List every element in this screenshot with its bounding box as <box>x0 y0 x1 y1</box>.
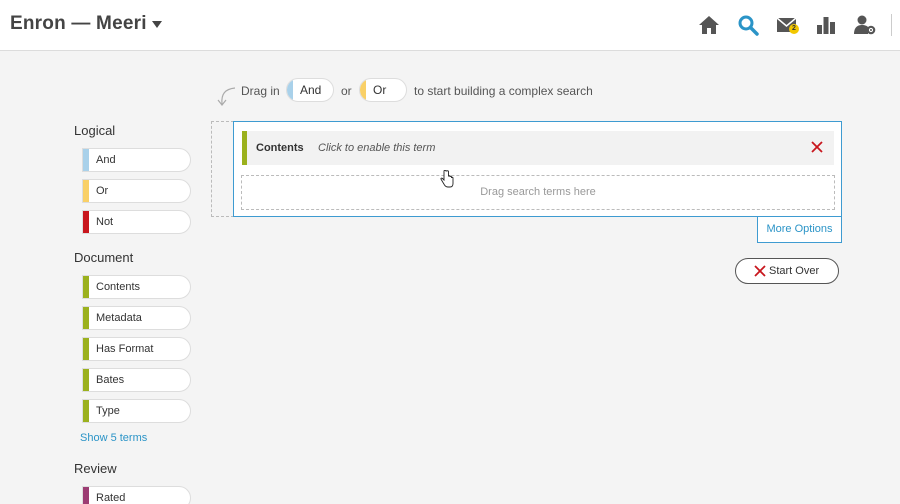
hand-cursor-icon <box>440 170 454 188</box>
start-over-button[interactable]: Start Over <box>735 258 839 284</box>
term-chip-metadata[interactable]: Metadata <box>82 306 191 330</box>
search-icon[interactable] <box>737 14 759 36</box>
drag-chip-or[interactable]: Or <box>359 78 407 102</box>
close-icon <box>754 265 766 277</box>
section-title-review: Review <box>74 461 117 476</box>
search-builder: Contents Click to enable this term Drag … <box>233 121 842 217</box>
curved-arrow-icon <box>217 87 236 106</box>
side-drop-zone[interactable] <box>211 121 234 217</box>
term-chip-bates[interactable]: Bates <box>82 368 191 392</box>
hint-prefix: Drag in <box>241 84 280 98</box>
hint-or-word: or <box>341 84 352 98</box>
term-chip-type[interactable]: Type <box>82 399 191 423</box>
close-icon[interactable] <box>810 140 824 154</box>
mail-badge: 2 <box>789 24 799 34</box>
term-chip-has-format[interactable]: Has Format <box>82 337 191 361</box>
term-label: Contents <box>256 142 304 154</box>
section-title-document: Document <box>74 250 134 265</box>
show-more-terms-link[interactable]: Show 5 terms <box>80 432 147 444</box>
bar-chart-icon[interactable] <box>815 14 837 36</box>
term-chip-contents[interactable]: Contents <box>82 275 191 299</box>
app-title[interactable]: Enron — Meeri <box>10 13 147 35</box>
term-chip-and[interactable]: And <box>82 148 191 172</box>
header-divider <box>891 14 892 36</box>
term-chip-rated[interactable]: Rated <box>82 486 191 504</box>
drag-chip-and[interactable]: And <box>286 78 334 102</box>
user-settings-icon[interactable] <box>854 14 876 36</box>
section-title-logical: Logical <box>74 123 116 138</box>
app-header: Enron — Meeri 2 <box>0 0 900 51</box>
term-chip-or[interactable]: Or <box>82 179 191 203</box>
more-options-button[interactable]: More Options <box>757 217 842 243</box>
hint-suffix: to start building a complex search <box>414 84 593 98</box>
home-icon[interactable] <box>698 14 720 36</box>
term-chip-not[interactable]: Not <box>82 210 191 234</box>
chevron-down-icon[interactable] <box>152 21 162 28</box>
start-over-label: Start Over <box>769 265 820 277</box>
term-enable-hint[interactable]: Click to enable this term <box>318 142 435 154</box>
contents-term[interactable]: Contents Click to enable this term <box>242 131 834 165</box>
term-drop-zone[interactable]: Drag search terms here <box>241 175 835 210</box>
